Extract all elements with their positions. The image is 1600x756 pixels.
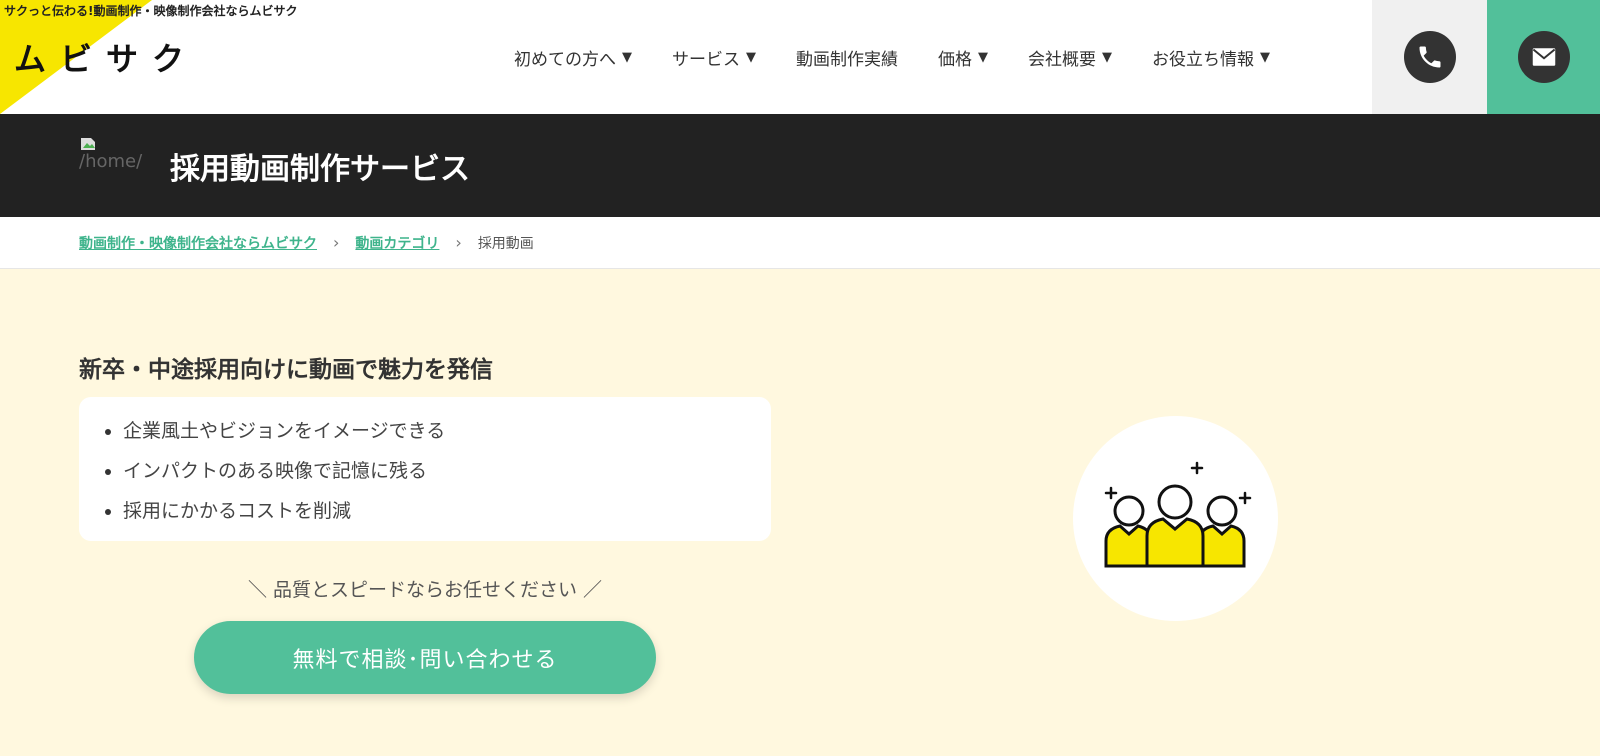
nav-item-label: サービス — [672, 49, 740, 70]
nav-item-first-time[interactable]: 初めての方へ ▼ — [514, 45, 632, 70]
broken-title-image: /home/conter — [79, 136, 143, 196]
breadcrumb-link-category[interactable]: 動画カテゴリ — [355, 233, 439, 253]
nav-item-price[interactable]: 価格 ▼ — [938, 45, 988, 70]
nav-item-services[interactable]: サービス ▼ — [672, 45, 756, 70]
caret-down-icon: ▼ — [1260, 49, 1270, 65]
list-item: 採用にかかるコストを削減 — [123, 491, 771, 531]
caret-down-icon: ▼ — [622, 49, 632, 65]
caret-down-icon: ▼ — [746, 49, 756, 65]
nav-item-works[interactable]: 動画制作実績 — [796, 45, 898, 70]
breadcrumb-link-home[interactable]: 動画制作・映像制作会社ならムビサク — [79, 233, 317, 253]
phone-icon — [1419, 46, 1440, 68]
nav-item-label: 価格 — [938, 49, 972, 70]
caret-down-icon: ▼ — [978, 49, 988, 65]
illustration-circle — [1073, 416, 1278, 621]
mail-button[interactable] — [1517, 31, 1570, 83]
broken-image-icon — [81, 138, 95, 150]
page-title: 採用動画制作サービス — [170, 152, 470, 187]
caret-down-icon: ▼ — [1102, 49, 1112, 65]
cta-catchphrase: ＼ 品質とスピードならお任せください ／ — [247, 579, 603, 601]
phone-button[interactable] — [1403, 31, 1456, 83]
list-item: インパクトのある映像で記憶に残る — [123, 451, 771, 491]
section-heading: 新卒・中途採用向けに動画で魅力を発信 — [79, 357, 493, 383]
global-nav: 初めての方へ ▼ サービス ▼ 動画制作実績 価格 ▼ 会社概要 ▼ お役立ち情… — [514, 0, 1310, 114]
nav-item-company[interactable]: 会社概要 ▼ — [1028, 45, 1112, 70]
broken-image-alt-text: /home/conter — [79, 151, 143, 172]
list-item: 企業風土やビジョンをイメージできる — [123, 411, 771, 451]
free-consult-button[interactable]: 無料で相談･問い合わせる — [194, 621, 656, 694]
nav-item-label: 動画制作実績 — [796, 49, 898, 70]
breadcrumb: 動画制作・映像制作会社ならムビサク › 動画カテゴリ › 採用動画 — [0, 217, 1600, 269]
phone-contact — [1372, 0, 1487, 114]
team-people-icon — [1104, 461, 1252, 568]
nav-item-label: 会社概要 — [1028, 49, 1096, 70]
site-tagline: サクっと伝わる!動画制作・映像制作会社ならムビサク — [4, 4, 298, 18]
feature-list-card: 企業風土やビジョンをイメージできる インパクトのある映像で記憶に残る 採用にかか… — [79, 397, 771, 541]
mail-icon — [1532, 48, 1555, 66]
site-logo[interactable]: ムビサク — [14, 34, 198, 80]
chevron-right-icon: › — [333, 233, 340, 252]
site-header: サクっと伝わる!動画制作・映像制作会社ならムビサク ムビサク 初めての方へ ▼ … — [0, 0, 1600, 114]
breadcrumb-current: 採用動画 — [477, 235, 534, 252]
nav-item-label: 初めての方へ — [514, 49, 616, 70]
mail-contact — [1487, 0, 1600, 114]
chevron-right-icon: › — [455, 233, 462, 252]
nav-item-label: お役立ち情報 — [1152, 49, 1254, 70]
nav-item-useful-info[interactable]: お役立ち情報 ▼ — [1152, 45, 1270, 70]
page-title-bar: /home/conter 採用動画制作サービス — [0, 114, 1600, 217]
